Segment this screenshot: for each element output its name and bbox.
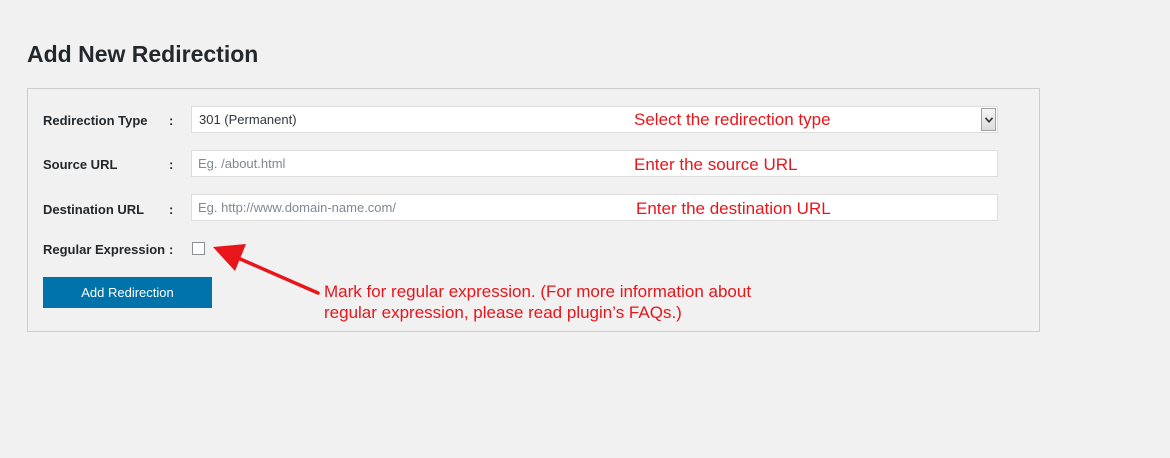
annotation-destination-url: Enter the destination URL (636, 199, 831, 218)
annotation-regex-line-1: Mark for regular expression. (For more i… (324, 282, 752, 301)
annotation-redirection-type: Select the redirection type (634, 110, 831, 129)
destination-url-colon: : (169, 202, 174, 217)
select-dropdown-button[interactable] (981, 108, 996, 131)
redirection-type-colon: : (169, 113, 174, 128)
annotation-source-url: Enter the source URL (634, 155, 798, 174)
redirection-type-select[interactable]: 301 (Permanent) (191, 106, 998, 133)
destination-url-input[interactable] (191, 194, 998, 221)
regular-expression-checkbox[interactable] (192, 242, 205, 255)
redirection-type-label: Redirection Type (43, 113, 148, 128)
annotation-regex-line-2: regular expression, please read plugin’s… (324, 303, 682, 322)
source-url-label: Source URL (43, 157, 118, 172)
page-title: Add New Redirection (27, 41, 259, 67)
destination-url-label: Destination URL (43, 202, 145, 217)
regular-expression-colon: : (169, 242, 174, 257)
add-redirection-button[interactable]: Add Redirection (43, 277, 212, 308)
chevron-down-icon (985, 117, 993, 123)
source-url-input[interactable] (191, 150, 998, 177)
source-url-colon: : (169, 157, 174, 172)
page: Add New Redirection Redirection Type : 3… (0, 0, 1170, 458)
redirection-type-selected-value: 301 (Permanent) (199, 112, 297, 127)
regular-expression-label: Regular Expression (43, 242, 166, 257)
